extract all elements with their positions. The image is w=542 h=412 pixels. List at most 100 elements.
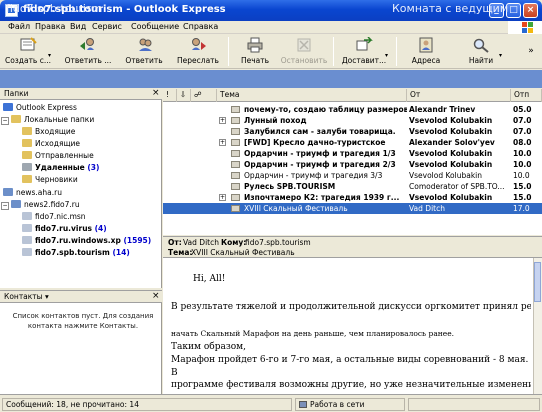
menu-help[interactable]: Справка xyxy=(183,22,218,31)
message-row[interactable]: + Изпочтамеро К2: трагедия 1939 г... Vse… xyxy=(163,192,542,203)
to-label: Кому: xyxy=(221,238,247,247)
expand-thread-icon[interactable]: + xyxy=(219,139,226,146)
forward-icon xyxy=(192,38,206,50)
body-line: Hi, All! xyxy=(193,274,226,284)
menu-edit[interactable]: Правка xyxy=(35,22,65,31)
message-list-header: ! ⇩ ☍ Тема От Отп xyxy=(163,89,542,102)
folders-pane-header: Папки × xyxy=(0,88,162,100)
windows-logo-icon xyxy=(508,21,542,34)
menu-bar: Файл Правка Вид Сервис Сообщение Справка xyxy=(0,21,542,34)
chevron-right-icon: » xyxy=(528,46,534,56)
folder-banner xyxy=(0,70,542,88)
news-server-aha[interactable]: news.aha.ru xyxy=(3,187,62,198)
newsgroup-nic-msn[interactable]: fido7.nic.msn xyxy=(22,211,86,222)
print-button[interactable]: Печать xyxy=(233,34,277,69)
news-server-icon xyxy=(11,200,21,208)
reply-all-button[interactable]: Ответить xyxy=(118,34,170,69)
newsgroup-ru-virus[interactable]: fido7.ru.virus (4) xyxy=(22,223,107,234)
folder-outlook-express[interactable]: Outlook Express xyxy=(3,102,77,113)
reply-all-icon xyxy=(139,38,152,51)
drafts-icon xyxy=(22,175,32,183)
to-value: fido7.spb.tourism xyxy=(245,238,311,247)
close-icon[interactable]: × xyxy=(152,88,160,98)
message-row[interactable]: почему-то, создаю таблицу размеров б... … xyxy=(163,104,542,115)
chevron-down-icon[interactable]: ▾ xyxy=(48,52,51,59)
contacts-pane-header[interactable]: Контакты ▾ × xyxy=(0,290,162,303)
menu-file[interactable]: Файл xyxy=(8,22,30,31)
message-row[interactable]: Залубился сам - залуби товарища. Vsevolo… xyxy=(163,126,542,137)
banner-identity: Комната с ведущим xyxy=(392,2,509,15)
folder-outbox[interactable]: Исходящие xyxy=(22,138,80,149)
message-icon xyxy=(231,139,240,146)
find-button[interactable]: Найти ▾ xyxy=(456,34,506,69)
from-value: Vad Ditch xyxy=(183,238,219,247)
folder-sent[interactable]: Отправленные xyxy=(22,150,94,161)
collapse-icon[interactable]: − xyxy=(1,202,9,210)
message-icon xyxy=(231,150,240,157)
folder-icon xyxy=(11,115,21,123)
folder-tree: Outlook Express − Локальные папки Входящи… xyxy=(0,100,162,288)
send-receive-icon xyxy=(356,37,373,51)
scrollbar-thumb[interactable] xyxy=(534,262,541,302)
collapse-icon[interactable]: − xyxy=(1,117,9,125)
folders-header-label: Папки xyxy=(4,89,29,98)
expand-thread-icon[interactable]: + xyxy=(219,194,226,201)
message-row[interactable]: + Лунный поход Vsevolod Kolubakin 07.0 xyxy=(163,115,542,126)
message-row[interactable]: Рулесь SPB.TOURISM Comoderator of SPB.TO… xyxy=(163,181,542,192)
expand-thread-icon[interactable]: + xyxy=(219,117,226,124)
stop-button[interactable]: Остановить xyxy=(279,34,329,69)
attachment-icon: ⇩ xyxy=(180,90,187,99)
message-row[interactable]: Ордарчин - триумф и трагедия 1/3 Vsevolo… xyxy=(163,148,542,159)
status-empty xyxy=(408,398,540,411)
message-icon xyxy=(231,161,240,168)
send-receive-button[interactable]: Доставит... ▾ xyxy=(337,34,391,69)
message-row[interactable]: + [FWD] Кресло дачно-туристское Alexande… xyxy=(163,137,542,148)
reply-button[interactable]: Ответить ... xyxy=(60,34,116,69)
forward-button[interactable]: Переслать xyxy=(172,34,224,69)
message-row-selected[interactable]: XVIII Скальный Фестиваль Vad Ditch 17.0 xyxy=(163,203,542,214)
subject-value: XVIII Скальный Фестиваль xyxy=(191,248,295,257)
create-message-button[interactable]: Создать с... ▾ xyxy=(2,34,54,69)
new-message-icon xyxy=(20,37,37,51)
folder-deleted[interactable]: Удаленные (3) xyxy=(22,162,99,173)
from-label: От: xyxy=(168,238,182,247)
news-server-fido7[interactable]: − news2.fido7.ru xyxy=(1,199,80,210)
toolbar-overflow-button[interactable]: » xyxy=(524,34,538,69)
message-row[interactable]: Ордарчин - триумф и трагедия 3/3 Vsevolo… xyxy=(163,170,542,181)
reply-icon xyxy=(80,38,94,50)
column-subject[interactable]: Тема xyxy=(217,89,407,102)
body-line: Марафон пройдет 6-го и 7-го мая, а остал… xyxy=(171,355,529,365)
maximize-button[interactable]: □ xyxy=(506,3,521,18)
close-button[interactable]: × xyxy=(523,3,538,18)
column-attachment[interactable]: ⇩ xyxy=(177,89,191,102)
news-server-icon xyxy=(3,188,13,196)
message-row[interactable]: Ордарчин - триумф и трагедия 2/3 Vsevolo… xyxy=(163,159,542,170)
chevron-down-icon[interactable]: ▾ xyxy=(499,52,502,59)
toolbar-separator xyxy=(228,37,229,66)
addresses-button[interactable]: Адреса xyxy=(402,34,450,69)
newsgroup-ru-windows-xp[interactable]: fido7.ru.windows.xp (1595) xyxy=(22,235,151,246)
folder-inbox[interactable]: Входящие xyxy=(22,126,75,137)
body-line: В результате тяжелой и продолжительной д… xyxy=(171,302,531,312)
chevron-down-icon[interactable]: ▾ xyxy=(385,52,388,59)
column-flag[interactable]: ☍ xyxy=(191,89,217,102)
find-icon xyxy=(473,38,489,53)
printer-icon xyxy=(247,37,263,53)
newsgroup-spb-tourism[interactable]: fido7.spb.tourism (14) xyxy=(22,247,130,258)
close-icon[interactable]: × xyxy=(152,291,160,301)
folder-local[interactable]: − Локальные папки xyxy=(1,114,94,125)
menu-message[interactable]: Сообщение xyxy=(131,22,179,31)
message-icon xyxy=(231,117,240,124)
priority-icon: ! xyxy=(166,90,170,99)
column-priority[interactable]: ! xyxy=(163,89,177,102)
menu-tools[interactable]: Сервис xyxy=(92,22,122,31)
column-sent[interactable]: Отп xyxy=(511,89,542,102)
column-from[interactable]: От xyxy=(407,89,511,102)
status-message-count: Сообщений: 18, не прочитано: 14 xyxy=(2,398,292,411)
folder-drafts[interactable]: Черновики xyxy=(22,174,78,185)
network-icon xyxy=(299,401,307,408)
newsgroup-icon xyxy=(22,236,32,244)
contacts-header-label[interactable]: Контакты ▾ xyxy=(4,292,49,301)
menu-view[interactable]: Вид xyxy=(70,22,86,31)
status-bar: Сообщений: 18, не прочитано: 14 Работа в… xyxy=(0,394,542,412)
